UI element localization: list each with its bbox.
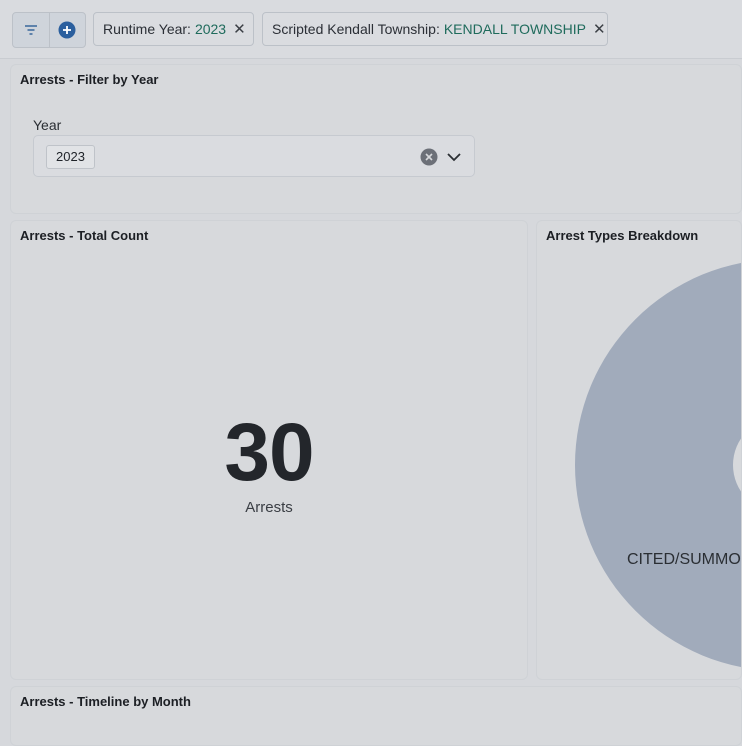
panel-total-count: Arrests - Total Count 30 Arrests <box>10 220 528 680</box>
filter-pill-value: 2023 <box>194 21 227 37</box>
donut-slice-cited-summoned[interactable] <box>575 259 742 671</box>
panel-title: Arrests - Filter by Year <box>20 72 159 87</box>
slice-label-cited-summoned: CITED/SUMMONED <box>627 551 742 568</box>
filter-button-group <box>12 12 86 48</box>
arrest-types-donut-chart: CITED/SUMMONED <box>575 259 742 671</box>
year-select[interactable]: 2023 <box>33 135 475 177</box>
filter-pill-runtime-year[interactable]: Runtime Year: 2023 ✕ <box>93 12 254 46</box>
panel-arrest-types: Arrest Types Breakdown CITED/SUMMONED <box>536 220 742 680</box>
arrest-count-label: Arrests <box>245 499 293 516</box>
panel-timeline-by-month: Arrests - Timeline by Month <box>10 686 742 746</box>
chevron-down-icon[interactable] <box>446 149 462 170</box>
selected-year-chip: 2023 <box>46 145 95 169</box>
filter-pill-key: Runtime Year: <box>103 21 191 37</box>
close-icon[interactable]: ✕ <box>233 20 246 38</box>
filter-icon <box>24 25 37 35</box>
year-label: Year <box>33 117 62 133</box>
panel-filter-by-year: Arrests - Filter by Year Year 2023 <box>10 64 742 214</box>
filter-pill-key: Scripted Kendall Township: <box>272 21 440 37</box>
arrest-count-value: 30 <box>224 407 314 498</box>
clear-icon[interactable] <box>420 148 438 171</box>
panel-title: Arrests - Total Count <box>20 228 149 243</box>
add-filter-button[interactable] <box>48 13 86 47</box>
filter-pill-value: KENDALL TOWNSHIP <box>443 21 586 37</box>
panel-title: Arrests - Timeline by Month <box>20 694 191 709</box>
plus-circle-icon <box>58 21 76 39</box>
filter-bar: Runtime Year: 2023 ✕ Scripted Kendall To… <box>0 0 742 59</box>
close-icon[interactable]: ✕ <box>593 20 606 38</box>
filter-menu-button[interactable] <box>13 13 49 47</box>
filter-pill-kendall-township[interactable]: Scripted Kendall Township: KENDALL TOWNS… <box>262 12 608 46</box>
